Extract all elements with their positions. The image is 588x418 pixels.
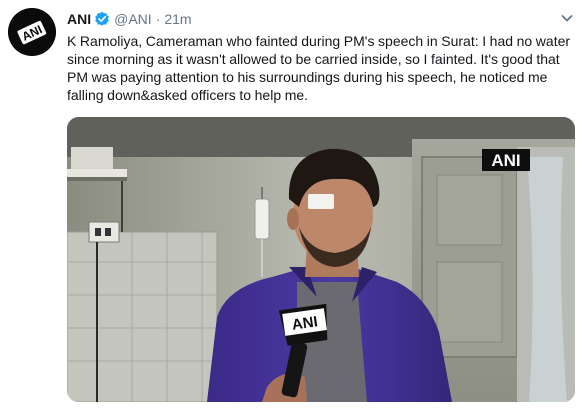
mic-flag-text: ANI: [291, 313, 319, 333]
media-photo: ANI ANI: [67, 117, 575, 402]
author-handle[interactable]: @ANI: [114, 11, 152, 27]
tweet-timestamp[interactable]: 21m: [164, 11, 191, 27]
chevron-down-icon[interactable]: [560, 11, 574, 25]
verified-badge-icon: [94, 11, 110, 27]
avatar[interactable]: ANI: [8, 8, 56, 56]
media-watermark: ANI: [491, 151, 520, 170]
separator-dot: ·: [155, 11, 161, 27]
ani-logo: ANI: [8, 8, 56, 56]
author-name[interactable]: ANI: [67, 11, 91, 27]
tweet-media-image[interactable]: ANI ANI: [67, 117, 575, 402]
tweet-header: ANI @ANI · 21m: [67, 9, 192, 29]
tweet-text: K Ramoliya, Cameraman who fainted during…: [67, 33, 571, 103]
